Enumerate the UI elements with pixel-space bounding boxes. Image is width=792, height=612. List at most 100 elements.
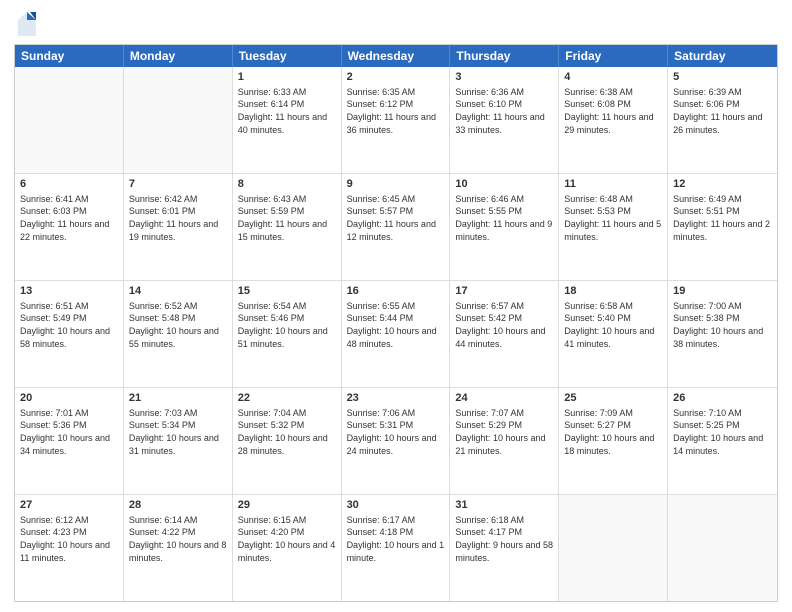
day-number: 6 — [20, 177, 118, 192]
cell-info: Sunrise: 6:17 AMSunset: 4:18 PMDaylight:… — [347, 514, 445, 564]
cell-info: Sunrise: 6:35 AMSunset: 6:12 PMDaylight:… — [347, 86, 445, 136]
day-number: 7 — [129, 177, 227, 192]
calendar-cell: 2Sunrise: 6:35 AMSunset: 6:12 PMDaylight… — [342, 67, 451, 173]
weekday-header-tuesday: Tuesday — [233, 45, 342, 67]
cell-info: Sunrise: 6:45 AMSunset: 5:57 PMDaylight:… — [347, 193, 445, 243]
weekday-header-monday: Monday — [124, 45, 233, 67]
cell-info: Sunrise: 6:42 AMSunset: 6:01 PMDaylight:… — [129, 193, 227, 243]
cell-info: Sunrise: 7:10 AMSunset: 5:25 PMDaylight:… — [673, 407, 772, 457]
cell-info: Sunrise: 6:39 AMSunset: 6:06 PMDaylight:… — [673, 86, 772, 136]
cell-info: Sunrise: 7:00 AMSunset: 5:38 PMDaylight:… — [673, 300, 772, 350]
cell-info: Sunrise: 6:38 AMSunset: 6:08 PMDaylight:… — [564, 86, 662, 136]
cell-info: Sunrise: 6:12 AMSunset: 4:23 PMDaylight:… — [20, 514, 118, 564]
cell-info: Sunrise: 6:41 AMSunset: 6:03 PMDaylight:… — [20, 193, 118, 243]
calendar-cell: 14Sunrise: 6:52 AMSunset: 5:48 PMDayligh… — [124, 281, 233, 387]
day-number: 4 — [564, 70, 662, 85]
day-number: 17 — [455, 284, 553, 299]
day-number: 15 — [238, 284, 336, 299]
calendar-cell: 30Sunrise: 6:17 AMSunset: 4:18 PMDayligh… — [342, 495, 451, 601]
day-number: 16 — [347, 284, 445, 299]
day-number: 8 — [238, 177, 336, 192]
calendar-row-0: 1Sunrise: 6:33 AMSunset: 6:14 PMDaylight… — [15, 67, 777, 173]
cell-info: Sunrise: 7:07 AMSunset: 5:29 PMDaylight:… — [455, 407, 553, 457]
day-number: 21 — [129, 391, 227, 406]
calendar-cell: 28Sunrise: 6:14 AMSunset: 4:22 PMDayligh… — [124, 495, 233, 601]
day-number: 3 — [455, 70, 553, 85]
day-number: 11 — [564, 177, 662, 192]
calendar-cell: 3Sunrise: 6:36 AMSunset: 6:10 PMDaylight… — [450, 67, 559, 173]
calendar-cell: 24Sunrise: 7:07 AMSunset: 5:29 PMDayligh… — [450, 388, 559, 494]
day-number: 30 — [347, 498, 445, 513]
cell-info: Sunrise: 7:01 AMSunset: 5:36 PMDaylight:… — [20, 407, 118, 457]
calendar-cell: 8Sunrise: 6:43 AMSunset: 5:59 PMDaylight… — [233, 174, 342, 280]
calendar-cell: 23Sunrise: 7:06 AMSunset: 5:31 PMDayligh… — [342, 388, 451, 494]
cell-info: Sunrise: 6:57 AMSunset: 5:42 PMDaylight:… — [455, 300, 553, 350]
cell-info: Sunrise: 6:55 AMSunset: 5:44 PMDaylight:… — [347, 300, 445, 350]
calendar-cell — [668, 495, 777, 601]
logo-icon — [16, 10, 38, 38]
cell-info: Sunrise: 6:33 AMSunset: 6:14 PMDaylight:… — [238, 86, 336, 136]
calendar-row-2: 13Sunrise: 6:51 AMSunset: 5:49 PMDayligh… — [15, 280, 777, 387]
day-number: 13 — [20, 284, 118, 299]
calendar-cell: 6Sunrise: 6:41 AMSunset: 6:03 PMDaylight… — [15, 174, 124, 280]
calendar-row-4: 27Sunrise: 6:12 AMSunset: 4:23 PMDayligh… — [15, 494, 777, 601]
calendar-cell: 7Sunrise: 6:42 AMSunset: 6:01 PMDaylight… — [124, 174, 233, 280]
calendar-cell: 13Sunrise: 6:51 AMSunset: 5:49 PMDayligh… — [15, 281, 124, 387]
calendar-body: 1Sunrise: 6:33 AMSunset: 6:14 PMDaylight… — [15, 67, 777, 601]
weekday-header-wednesday: Wednesday — [342, 45, 451, 67]
calendar-cell — [559, 495, 668, 601]
weekday-header-friday: Friday — [559, 45, 668, 67]
calendar-cell: 4Sunrise: 6:38 AMSunset: 6:08 PMDaylight… — [559, 67, 668, 173]
day-number: 24 — [455, 391, 553, 406]
day-number: 27 — [20, 498, 118, 513]
day-number: 2 — [347, 70, 445, 85]
day-number: 23 — [347, 391, 445, 406]
cell-info: Sunrise: 6:54 AMSunset: 5:46 PMDaylight:… — [238, 300, 336, 350]
day-number: 22 — [238, 391, 336, 406]
day-number: 28 — [129, 498, 227, 513]
day-number: 5 — [673, 70, 772, 85]
calendar-cell: 21Sunrise: 7:03 AMSunset: 5:34 PMDayligh… — [124, 388, 233, 494]
weekday-header-sunday: Sunday — [15, 45, 124, 67]
calendar-row-3: 20Sunrise: 7:01 AMSunset: 5:36 PMDayligh… — [15, 387, 777, 494]
calendar-cell: 9Sunrise: 6:45 AMSunset: 5:57 PMDaylight… — [342, 174, 451, 280]
calendar-cell: 16Sunrise: 6:55 AMSunset: 5:44 PMDayligh… — [342, 281, 451, 387]
cell-info: Sunrise: 6:36 AMSunset: 6:10 PMDaylight:… — [455, 86, 553, 136]
calendar-cell: 29Sunrise: 6:15 AMSunset: 4:20 PMDayligh… — [233, 495, 342, 601]
cell-info: Sunrise: 6:51 AMSunset: 5:49 PMDaylight:… — [20, 300, 118, 350]
day-number: 14 — [129, 284, 227, 299]
page: SundayMondayTuesdayWednesdayThursdayFrid… — [0, 0, 792, 612]
calendar-cell: 17Sunrise: 6:57 AMSunset: 5:42 PMDayligh… — [450, 281, 559, 387]
calendar-cell: 25Sunrise: 7:09 AMSunset: 5:27 PMDayligh… — [559, 388, 668, 494]
cell-info: Sunrise: 6:14 AMSunset: 4:22 PMDaylight:… — [129, 514, 227, 564]
weekday-header-thursday: Thursday — [450, 45, 559, 67]
calendar-cell — [15, 67, 124, 173]
day-number: 18 — [564, 284, 662, 299]
calendar-cell: 18Sunrise: 6:58 AMSunset: 5:40 PMDayligh… — [559, 281, 668, 387]
cell-info: Sunrise: 7:04 AMSunset: 5:32 PMDaylight:… — [238, 407, 336, 457]
calendar-cell: 1Sunrise: 6:33 AMSunset: 6:14 PMDaylight… — [233, 67, 342, 173]
calendar-cell: 27Sunrise: 6:12 AMSunset: 4:23 PMDayligh… — [15, 495, 124, 601]
calendar: SundayMondayTuesdayWednesdayThursdayFrid… — [14, 44, 778, 602]
weekday-header-saturday: Saturday — [668, 45, 777, 67]
cell-info: Sunrise: 6:52 AMSunset: 5:48 PMDaylight:… — [129, 300, 227, 350]
day-number: 12 — [673, 177, 772, 192]
cell-info: Sunrise: 6:43 AMSunset: 5:59 PMDaylight:… — [238, 193, 336, 243]
cell-info: Sunrise: 6:48 AMSunset: 5:53 PMDaylight:… — [564, 193, 662, 243]
day-number: 20 — [20, 391, 118, 406]
calendar-cell: 5Sunrise: 6:39 AMSunset: 6:06 PMDaylight… — [668, 67, 777, 173]
calendar-row-1: 6Sunrise: 6:41 AMSunset: 6:03 PMDaylight… — [15, 173, 777, 280]
header — [14, 10, 778, 38]
cell-info: Sunrise: 7:06 AMSunset: 5:31 PMDaylight:… — [347, 407, 445, 457]
cell-info: Sunrise: 7:09 AMSunset: 5:27 PMDaylight:… — [564, 407, 662, 457]
calendar-cell: 19Sunrise: 7:00 AMSunset: 5:38 PMDayligh… — [668, 281, 777, 387]
cell-info: Sunrise: 6:15 AMSunset: 4:20 PMDaylight:… — [238, 514, 336, 564]
cell-info: Sunrise: 6:58 AMSunset: 5:40 PMDaylight:… — [564, 300, 662, 350]
calendar-cell: 12Sunrise: 6:49 AMSunset: 5:51 PMDayligh… — [668, 174, 777, 280]
calendar-cell: 15Sunrise: 6:54 AMSunset: 5:46 PMDayligh… — [233, 281, 342, 387]
day-number: 31 — [455, 498, 553, 513]
day-number: 9 — [347, 177, 445, 192]
cell-info: Sunrise: 6:46 AMSunset: 5:55 PMDaylight:… — [455, 193, 553, 243]
calendar-cell: 10Sunrise: 6:46 AMSunset: 5:55 PMDayligh… — [450, 174, 559, 280]
day-number: 19 — [673, 284, 772, 299]
